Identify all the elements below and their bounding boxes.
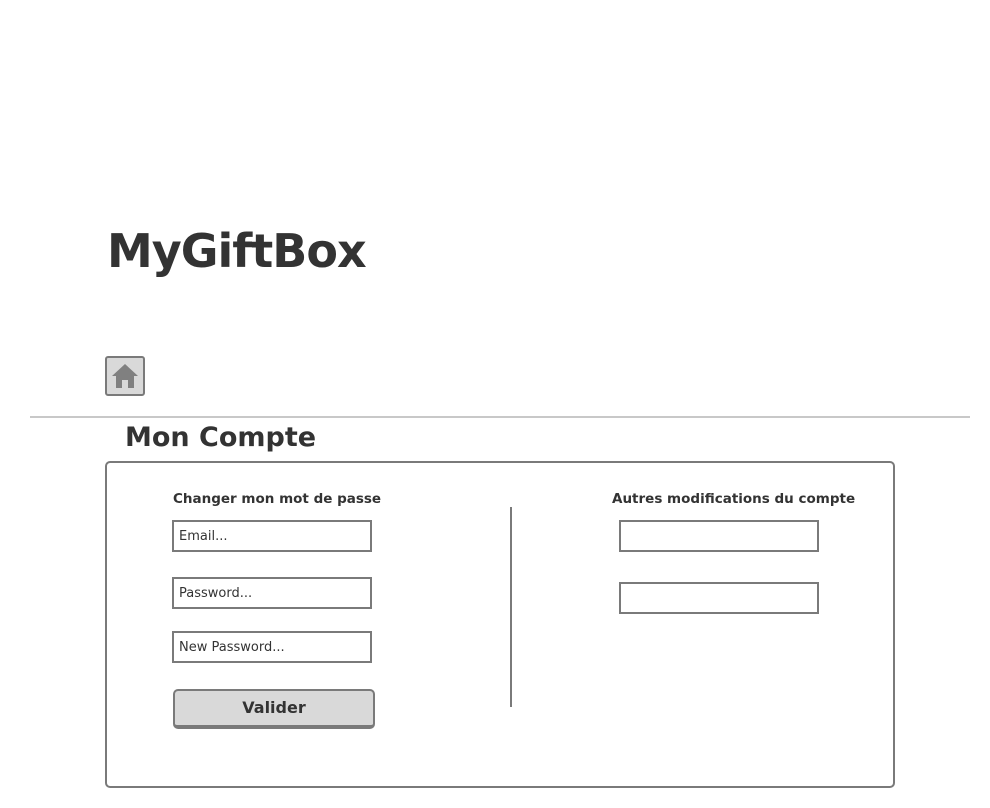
home-button[interactable] — [105, 356, 145, 396]
email-field-wrapper — [172, 520, 372, 552]
other-field-2-wrapper — [619, 582, 819, 614]
new-password-field-wrapper — [172, 631, 372, 663]
change-password-heading: Changer mon mot de passe — [173, 491, 382, 507]
other-settings-field-1[interactable] — [621, 522, 817, 550]
column-divider — [510, 507, 512, 707]
email-field[interactable] — [174, 522, 370, 550]
password-field-wrapper — [172, 577, 372, 609]
app-title: MyGiftBox — [107, 224, 367, 278]
new-password-field[interactable] — [174, 633, 370, 661]
other-field-1-wrapper — [619, 520, 819, 552]
header-divider — [30, 416, 970, 418]
page-title: Mon Compte — [125, 422, 317, 453]
password-field[interactable] — [174, 579, 370, 607]
other-settings-heading: Autres modifications du compte — [612, 491, 856, 507]
validate-button[interactable]: Valider — [173, 689, 375, 729]
account-panel: Changer mon mot de passe Valider Autres … — [105, 461, 895, 788]
other-settings-field-2[interactable] — [621, 584, 817, 612]
home-icon — [111, 362, 139, 390]
